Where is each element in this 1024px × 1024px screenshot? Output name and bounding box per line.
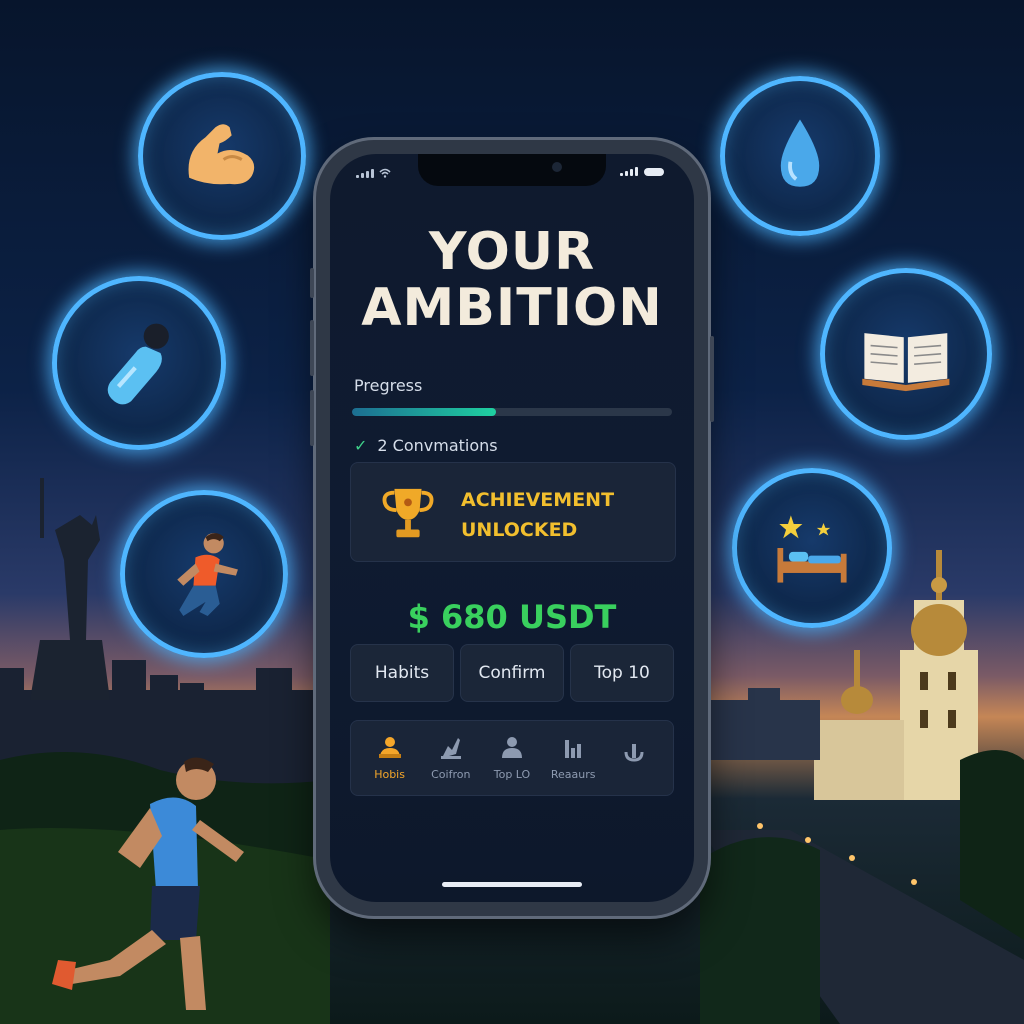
nav-item-settings[interactable] xyxy=(606,742,662,774)
achievement-line1: ACHIEVEMENT xyxy=(461,489,615,511)
achievement-card[interactable]: ACHIEVEMENT UNLOCKED xyxy=(350,462,676,562)
action-buttons: Habits Confirm Top 10 xyxy=(350,644,674,702)
nav-label-rewards: Reaaurs xyxy=(550,767,596,781)
battery-icon xyxy=(644,167,664,176)
cell-signal-icon xyxy=(620,167,638,176)
achievement-text: ACHIEVEMENT UNLOCKED xyxy=(461,485,661,545)
confirmations-count: 2 Convmations xyxy=(377,436,498,455)
habits-button[interactable]: Habits xyxy=(350,644,454,702)
bottom-nav: Hobis Coifron Top LO Reaaurs xyxy=(350,720,674,796)
supplement-bottle-icon xyxy=(107,323,169,404)
muscle-habit-bubble[interactable] xyxy=(138,72,306,240)
monument-statue xyxy=(30,478,110,700)
nav-item-confirm[interactable]: Coifron xyxy=(423,736,479,781)
nav-label-confirm: Coifron xyxy=(431,767,471,781)
confirm-button[interactable]: Confirm xyxy=(460,644,564,702)
trophy-icon xyxy=(382,488,434,538)
nav-item-rewards[interactable]: Reaaurs xyxy=(545,736,601,781)
phone-power-button xyxy=(710,336,714,422)
trees-right xyxy=(700,837,820,1024)
status-right-icons xyxy=(620,167,664,176)
phone-mute-switch xyxy=(310,268,314,298)
front-camera xyxy=(552,162,562,172)
confirmations-row: ✓ 2 Convmations xyxy=(354,436,498,455)
usdt-balance: $ 680 USDT xyxy=(407,598,617,636)
settings-icon xyxy=(624,744,644,762)
running-habit-bubble[interactable] xyxy=(120,490,288,658)
progress-bar xyxy=(352,408,672,416)
achievement-line2: UNLOCKED xyxy=(461,519,578,541)
runner-icon xyxy=(177,533,239,617)
progress-bar-fill xyxy=(352,408,496,416)
habits-person-icon xyxy=(378,736,401,758)
phone-device: YOUR AMBITION Pregress ✓ 2 Convmations A… xyxy=(310,140,714,916)
city-skyline-right xyxy=(710,688,820,760)
nav-item-habits[interactable]: Hobis xyxy=(362,736,418,781)
signal-icon xyxy=(356,168,391,178)
rewards-bars-icon xyxy=(565,739,582,758)
phone-volume-up xyxy=(310,320,314,376)
reading-habit-bubble[interactable] xyxy=(820,268,992,440)
nav-item-top10[interactable]: Top LO xyxy=(484,736,540,781)
confirm-chart-icon xyxy=(440,737,461,759)
app-screen: YOUR AMBITION Pregress ✓ 2 Convmations A… xyxy=(330,154,694,902)
app-title-line1: YOUR xyxy=(428,222,596,282)
trees-far-right xyxy=(960,750,1024,940)
sleep-habit-bubble[interactable] xyxy=(732,468,892,628)
phone-volume-down xyxy=(310,390,314,446)
open-book-icon xyxy=(862,333,950,392)
top-10-button[interactable]: Top 10 xyxy=(570,644,674,702)
home-indicator[interactable] xyxy=(442,882,582,887)
water-drop-icon xyxy=(780,119,820,187)
phone-notch xyxy=(418,154,606,186)
check-icon: ✓ xyxy=(354,436,368,455)
supplement-habit-bubble[interactable] xyxy=(52,276,226,450)
leaderboard-person-icon xyxy=(501,736,522,758)
app-title-line2: AMBITION xyxy=(361,278,663,338)
nav-label-top10: Top LO xyxy=(493,767,531,781)
muscle-arm-icon xyxy=(188,124,255,185)
bed-stars-icon xyxy=(777,515,847,583)
nav-label-habits: Hobis xyxy=(374,767,405,781)
progress-label: Pregress xyxy=(354,376,423,395)
water-habit-bubble[interactable] xyxy=(720,76,880,236)
